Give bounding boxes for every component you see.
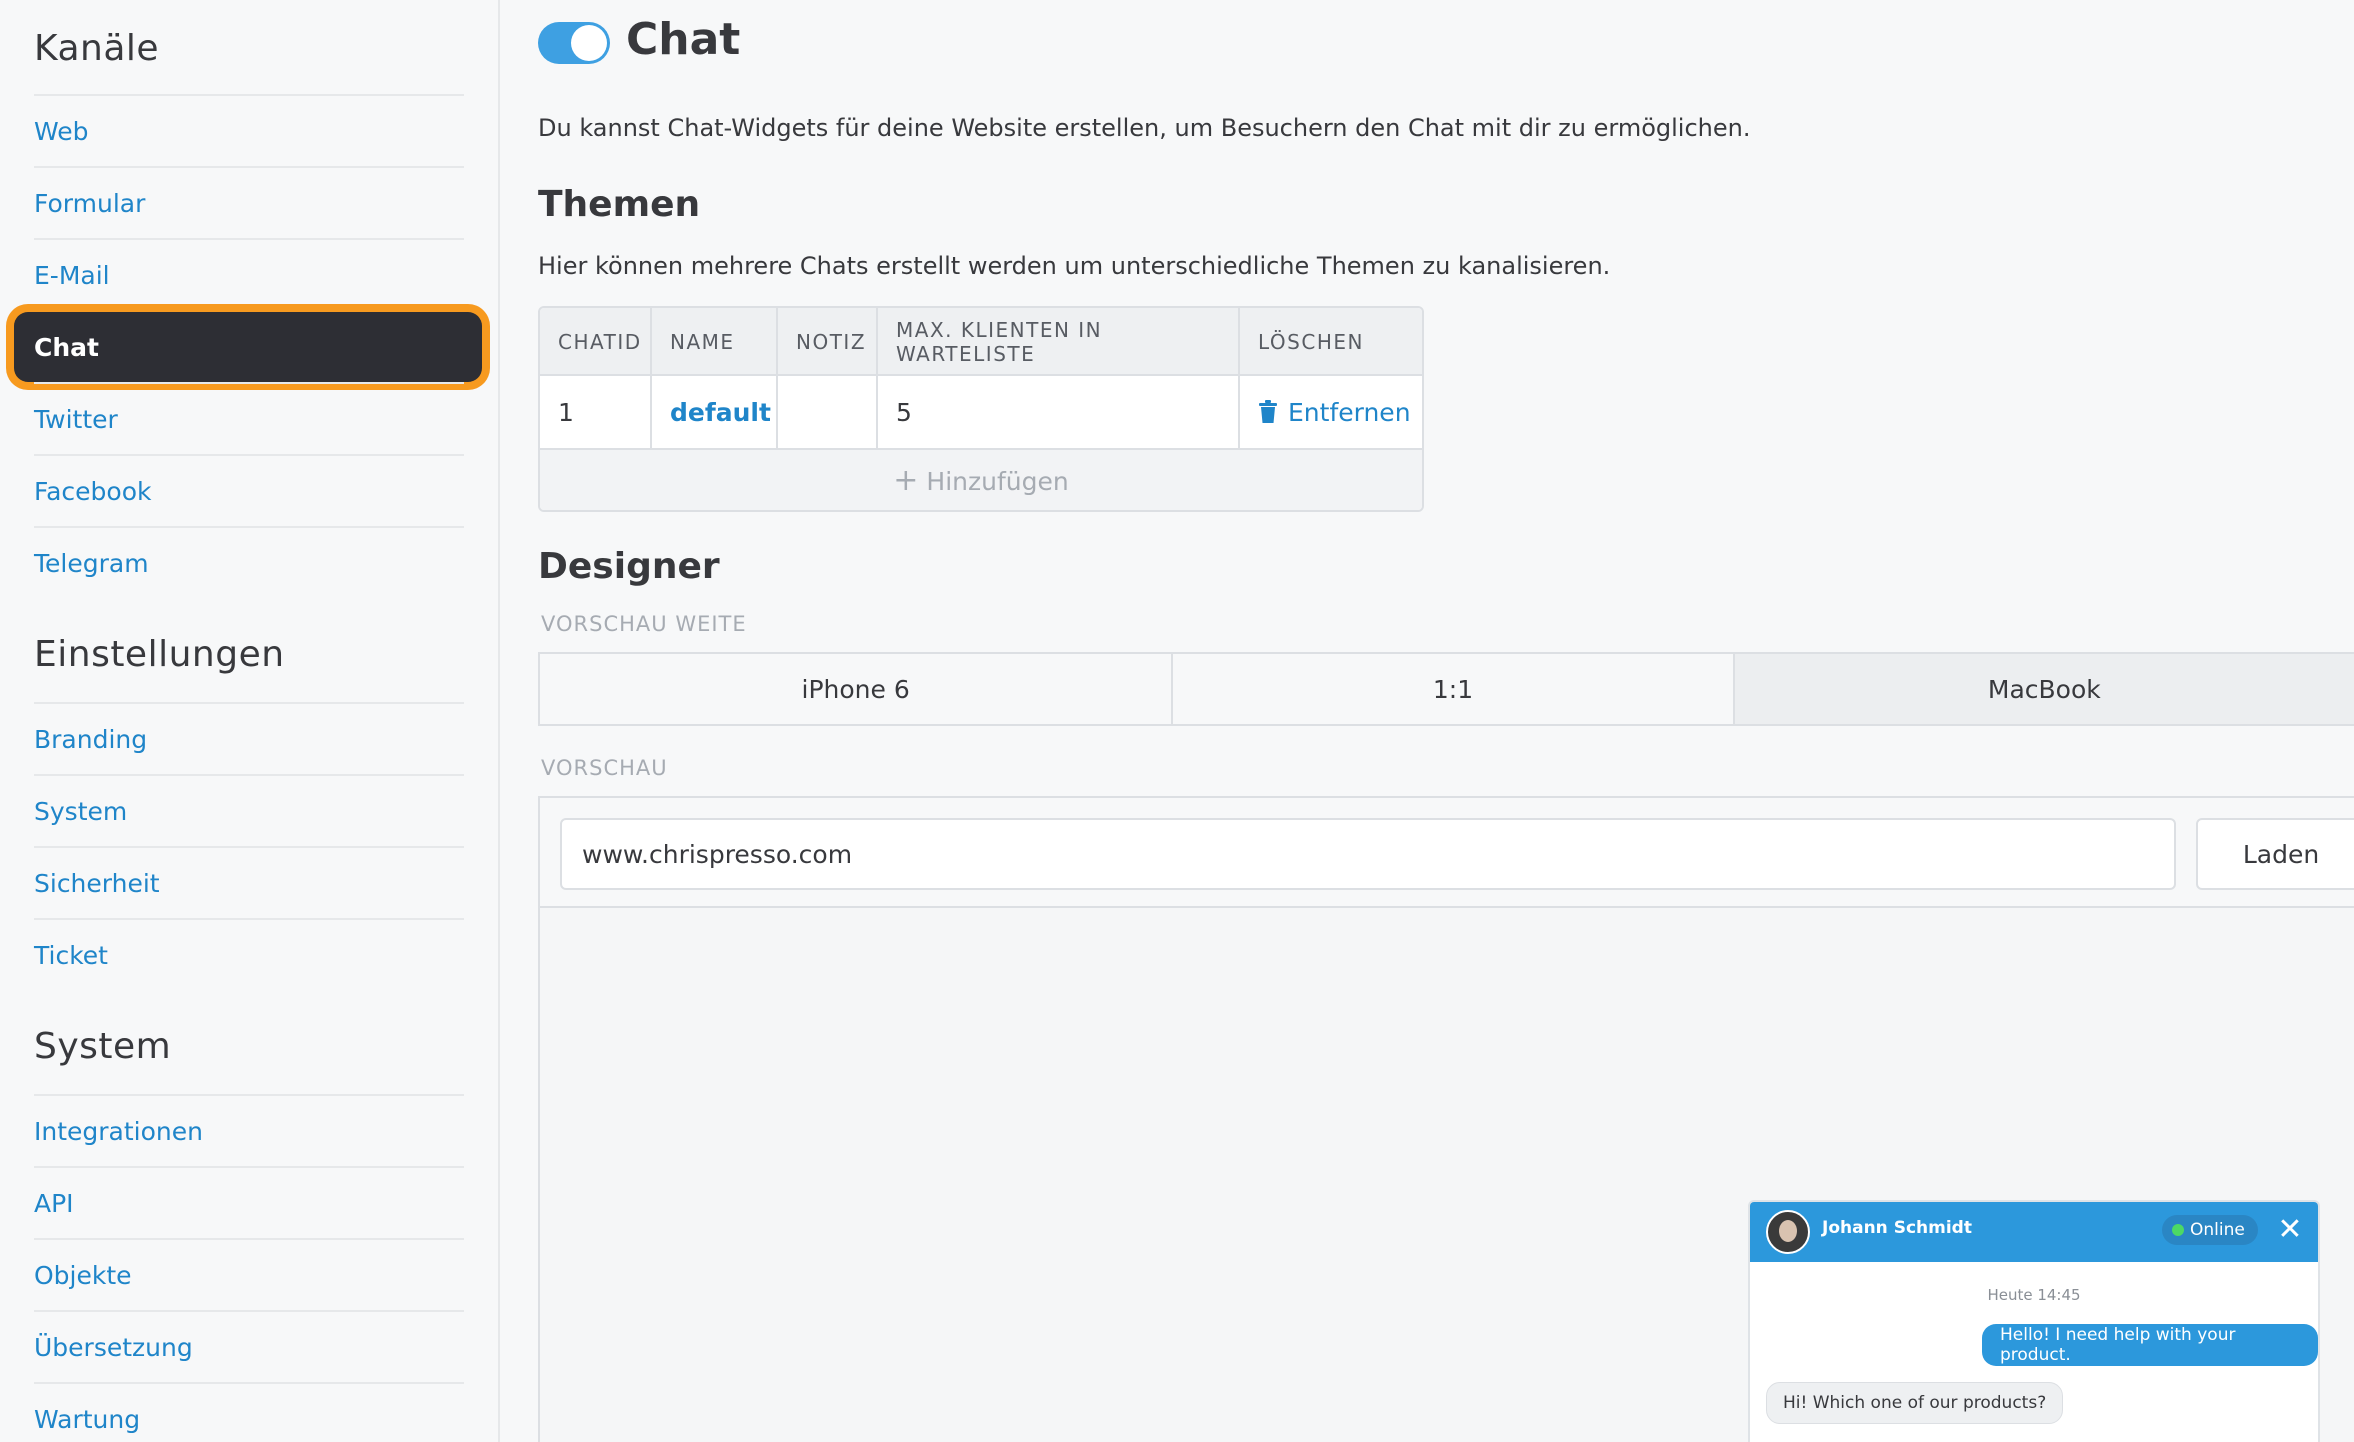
preview-label: VORSCHAU: [541, 756, 668, 780]
sidebar-item-wartung[interactable]: Wartung: [34, 1382, 464, 1442]
column-header-chatid[interactable]: CHATID: [540, 308, 652, 376]
section-title-einstellungen: Einstellungen: [34, 634, 285, 675]
sidebar-item-formular[interactable]: Formular: [34, 166, 464, 238]
sidebar-item-ticket[interactable]: Ticket: [34, 918, 464, 990]
cell-chatid: 1: [540, 376, 652, 450]
column-header-notiz[interactable]: NOTIZ: [778, 308, 878, 376]
preview-width-label: VORSCHAU WEITE: [541, 612, 747, 636]
avatar: [1766, 1210, 1810, 1254]
sidebar-item-email[interactable]: E-Mail: [34, 238, 464, 310]
section-title-system: System: [34, 1026, 172, 1067]
chat-timestamp: Heute 14:45: [1987, 1286, 2081, 1304]
sidebar-item-system[interactable]: System: [34, 774, 464, 846]
chat-enabled-toggle[interactable]: [538, 22, 610, 64]
sidebar-item-branding[interactable]: Branding: [34, 702, 464, 774]
plus-icon: +: [893, 463, 919, 498]
cell-note: [778, 376, 878, 450]
column-header-delete: LÖSCHEN: [1258, 330, 1364, 354]
remove-button[interactable]: Entfernen: [1240, 376, 1422, 450]
column-header-max-clients[interactable]: MAX. KLIENTEN IN WARTELISTE: [878, 308, 1240, 376]
width-option-iphone6[interactable]: iPhone 6: [540, 654, 1174, 724]
page-description: Du kannst Chat-Widgets für deine Website…: [538, 114, 1751, 142]
load-button[interactable]: Laden: [2196, 818, 2354, 890]
close-icon[interactable]: ✕: [2274, 1214, 2306, 1246]
designer-heading: Designer: [538, 546, 720, 587]
widget-header: Johann Schmidt Online ✕: [1750, 1202, 2318, 1262]
themes-description: Hier können mehrere Chats erstellt werde…: [538, 252, 1611, 280]
add-theme-label: Hinzufügen: [926, 466, 1069, 496]
sidebar-item-objekte[interactable]: Objekte: [34, 1238, 464, 1310]
themes-heading: Themen: [538, 184, 701, 225]
column-header-name[interactable]: NAME: [652, 308, 778, 376]
online-status-icon: [2172, 1224, 2184, 1236]
agent-message: Hi! Which one of our products?: [1766, 1382, 2064, 1424]
sidebar-item-integrationen[interactable]: Integrationen: [34, 1094, 464, 1166]
customer-message: Hello! I need help with your product.: [1982, 1324, 2318, 1366]
sidebar-item-sicherheit[interactable]: Sicherheit: [34, 846, 464, 918]
toggle-knob: [571, 25, 607, 61]
sidebar-item-telegram[interactable]: Telegram: [34, 526, 464, 598]
trash-icon: [1259, 400, 1277, 423]
sidebar: Kanäle Web Formular E-Mail Chat Twitter …: [0, 0, 500, 1442]
preview-url-bar: Laden: [540, 798, 2354, 908]
cell-max-clients: 5: [878, 376, 1240, 450]
sidebar-item-chat[interactable]: Chat: [14, 312, 482, 382]
sidebar-item-api[interactable]: API: [34, 1166, 464, 1238]
sidebar-item-twitter[interactable]: Twitter: [34, 382, 464, 454]
cell-name-link[interactable]: default: [652, 376, 778, 450]
preview-width-selector: iPhone 6 1:1 MacBook: [538, 652, 2354, 726]
status-label: Online: [2190, 1220, 2245, 1240]
sidebar-item-facebook[interactable]: Facebook: [34, 454, 464, 526]
preview-url-input[interactable]: [560, 818, 2176, 890]
remove-label: Entfernen: [1288, 397, 1411, 427]
width-option-1-1[interactable]: 1:1: [1173, 654, 1735, 724]
themes-table: CHATID NAME NOTIZ MAX. KLIENTEN IN WARTE…: [538, 306, 1424, 512]
chat-widget-preview: Johann Schmidt Online ✕ Heute 14:45 Hell…: [1748, 1200, 2320, 1442]
sidebar-item-web[interactable]: Web: [34, 94, 464, 166]
status-badge: Online: [2162, 1215, 2258, 1245]
page-title: Chat: [626, 14, 741, 65]
width-option-macbook[interactable]: MacBook: [1734, 654, 2354, 724]
sidebar-item-uebersetzung[interactable]: Übersetzung: [34, 1310, 464, 1382]
add-theme-button[interactable]: + Hinzufügen: [540, 450, 1422, 510]
agent-name: Johann Schmidt: [1822, 1218, 1972, 1238]
section-title-kanaele: Kanäle: [34, 28, 160, 69]
